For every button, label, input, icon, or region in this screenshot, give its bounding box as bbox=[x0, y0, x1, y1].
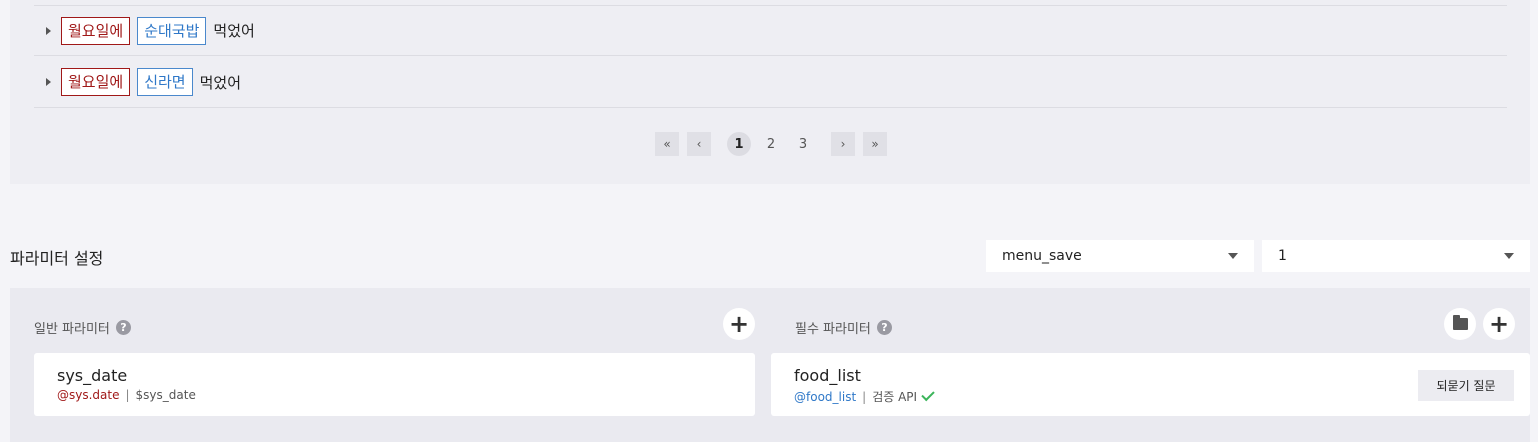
page-3-button[interactable]: 3 bbox=[791, 132, 815, 156]
intent-select[interactable]: menu_save bbox=[986, 240, 1254, 272]
page-1-button[interactable]: 1 bbox=[727, 132, 751, 156]
required-param-card[interactable]: food_list @food_list | 검증 API 되묻기 질문 bbox=[771, 353, 1530, 416]
example-text: 먹었어 bbox=[213, 22, 255, 40]
next-page-button[interactable]: › bbox=[831, 132, 855, 156]
chevron-down-icon bbox=[1504, 253, 1514, 259]
plus-icon: + bbox=[728, 310, 750, 338]
count-select-value: 1 bbox=[1278, 248, 1287, 264]
param-variable: $sys_date bbox=[135, 388, 196, 402]
entity-tag-day[interactable]: 월요일에 bbox=[61, 68, 131, 96]
general-params-label-text: 일반 파라미터 bbox=[34, 322, 110, 337]
entity-tag-food[interactable]: 신라면 bbox=[137, 68, 193, 96]
param-detail: @sys.date | $sys_date bbox=[57, 388, 196, 402]
separator: | bbox=[125, 388, 130, 402]
example-row[interactable]: 월요일에 순대국밥 먹었어 bbox=[34, 5, 1507, 56]
add-required-param-button[interactable]: + bbox=[1483, 308, 1515, 340]
plus-icon: + bbox=[1488, 310, 1510, 338]
folder-icon bbox=[1452, 315, 1468, 330]
expand-caret-icon[interactable] bbox=[46, 26, 51, 35]
count-select[interactable]: 1 bbox=[1262, 240, 1530, 272]
check-icon bbox=[921, 387, 935, 402]
entity-tag-day[interactable]: 월요일에 bbox=[61, 16, 131, 45]
params-panel: 일반 파라미터 ? + 필수 파라미터 ? + sys_date @sys.da… bbox=[10, 288, 1530, 442]
separator: | bbox=[862, 389, 867, 404]
general-params-label: 일반 파라미터 ? bbox=[34, 318, 131, 337]
param-name: sys_date bbox=[57, 366, 128, 385]
example-row[interactable]: 월요일에 신라면 먹었어 bbox=[34, 57, 1507, 108]
last-page-button[interactable]: » bbox=[863, 132, 887, 156]
param-settings-title: 파라미터 설정 bbox=[10, 249, 104, 268]
entity-tag-food[interactable]: 순대국밥 bbox=[137, 16, 207, 45]
folder-button[interactable] bbox=[1444, 308, 1476, 340]
validation-api-label: 검증 API bbox=[872, 390, 918, 404]
add-general-param-button[interactable]: + bbox=[723, 308, 755, 340]
param-name: food_list bbox=[794, 366, 861, 385]
help-icon[interactable]: ? bbox=[115, 320, 131, 335]
prev-page-button[interactable]: ‹ bbox=[687, 132, 711, 156]
required-params-label: 필수 파라미터 ? bbox=[795, 318, 892, 337]
chevron-down-icon bbox=[1228, 253, 1238, 259]
intent-select-value: menu_save bbox=[1002, 248, 1082, 264]
first-page-button[interactable]: « bbox=[655, 132, 679, 156]
required-params-label-text: 필수 파라미터 bbox=[795, 322, 871, 337]
expand-caret-icon[interactable] bbox=[46, 78, 51, 86]
pagination: « ‹ 1 2 3 › » bbox=[655, 132, 887, 156]
param-detail: @food_list | 검증 API bbox=[794, 387, 935, 405]
page-2-button[interactable]: 2 bbox=[759, 132, 783, 156]
example-text: 먹었어 bbox=[199, 73, 242, 92]
help-icon[interactable]: ? bbox=[876, 320, 892, 335]
examples-panel: 월요일에 순대국밥 먹었어 월요일에 신라면 먹었어 « ‹ 1 2 3 › » bbox=[10, 0, 1530, 184]
general-param-card[interactable]: sys_date @sys.date | $sys_date bbox=[34, 353, 755, 416]
param-entity: @food_list bbox=[794, 389, 857, 404]
reask-question-button[interactable]: 되묻기 질문 bbox=[1418, 370, 1514, 401]
param-entity: @sys.date bbox=[57, 388, 120, 402]
